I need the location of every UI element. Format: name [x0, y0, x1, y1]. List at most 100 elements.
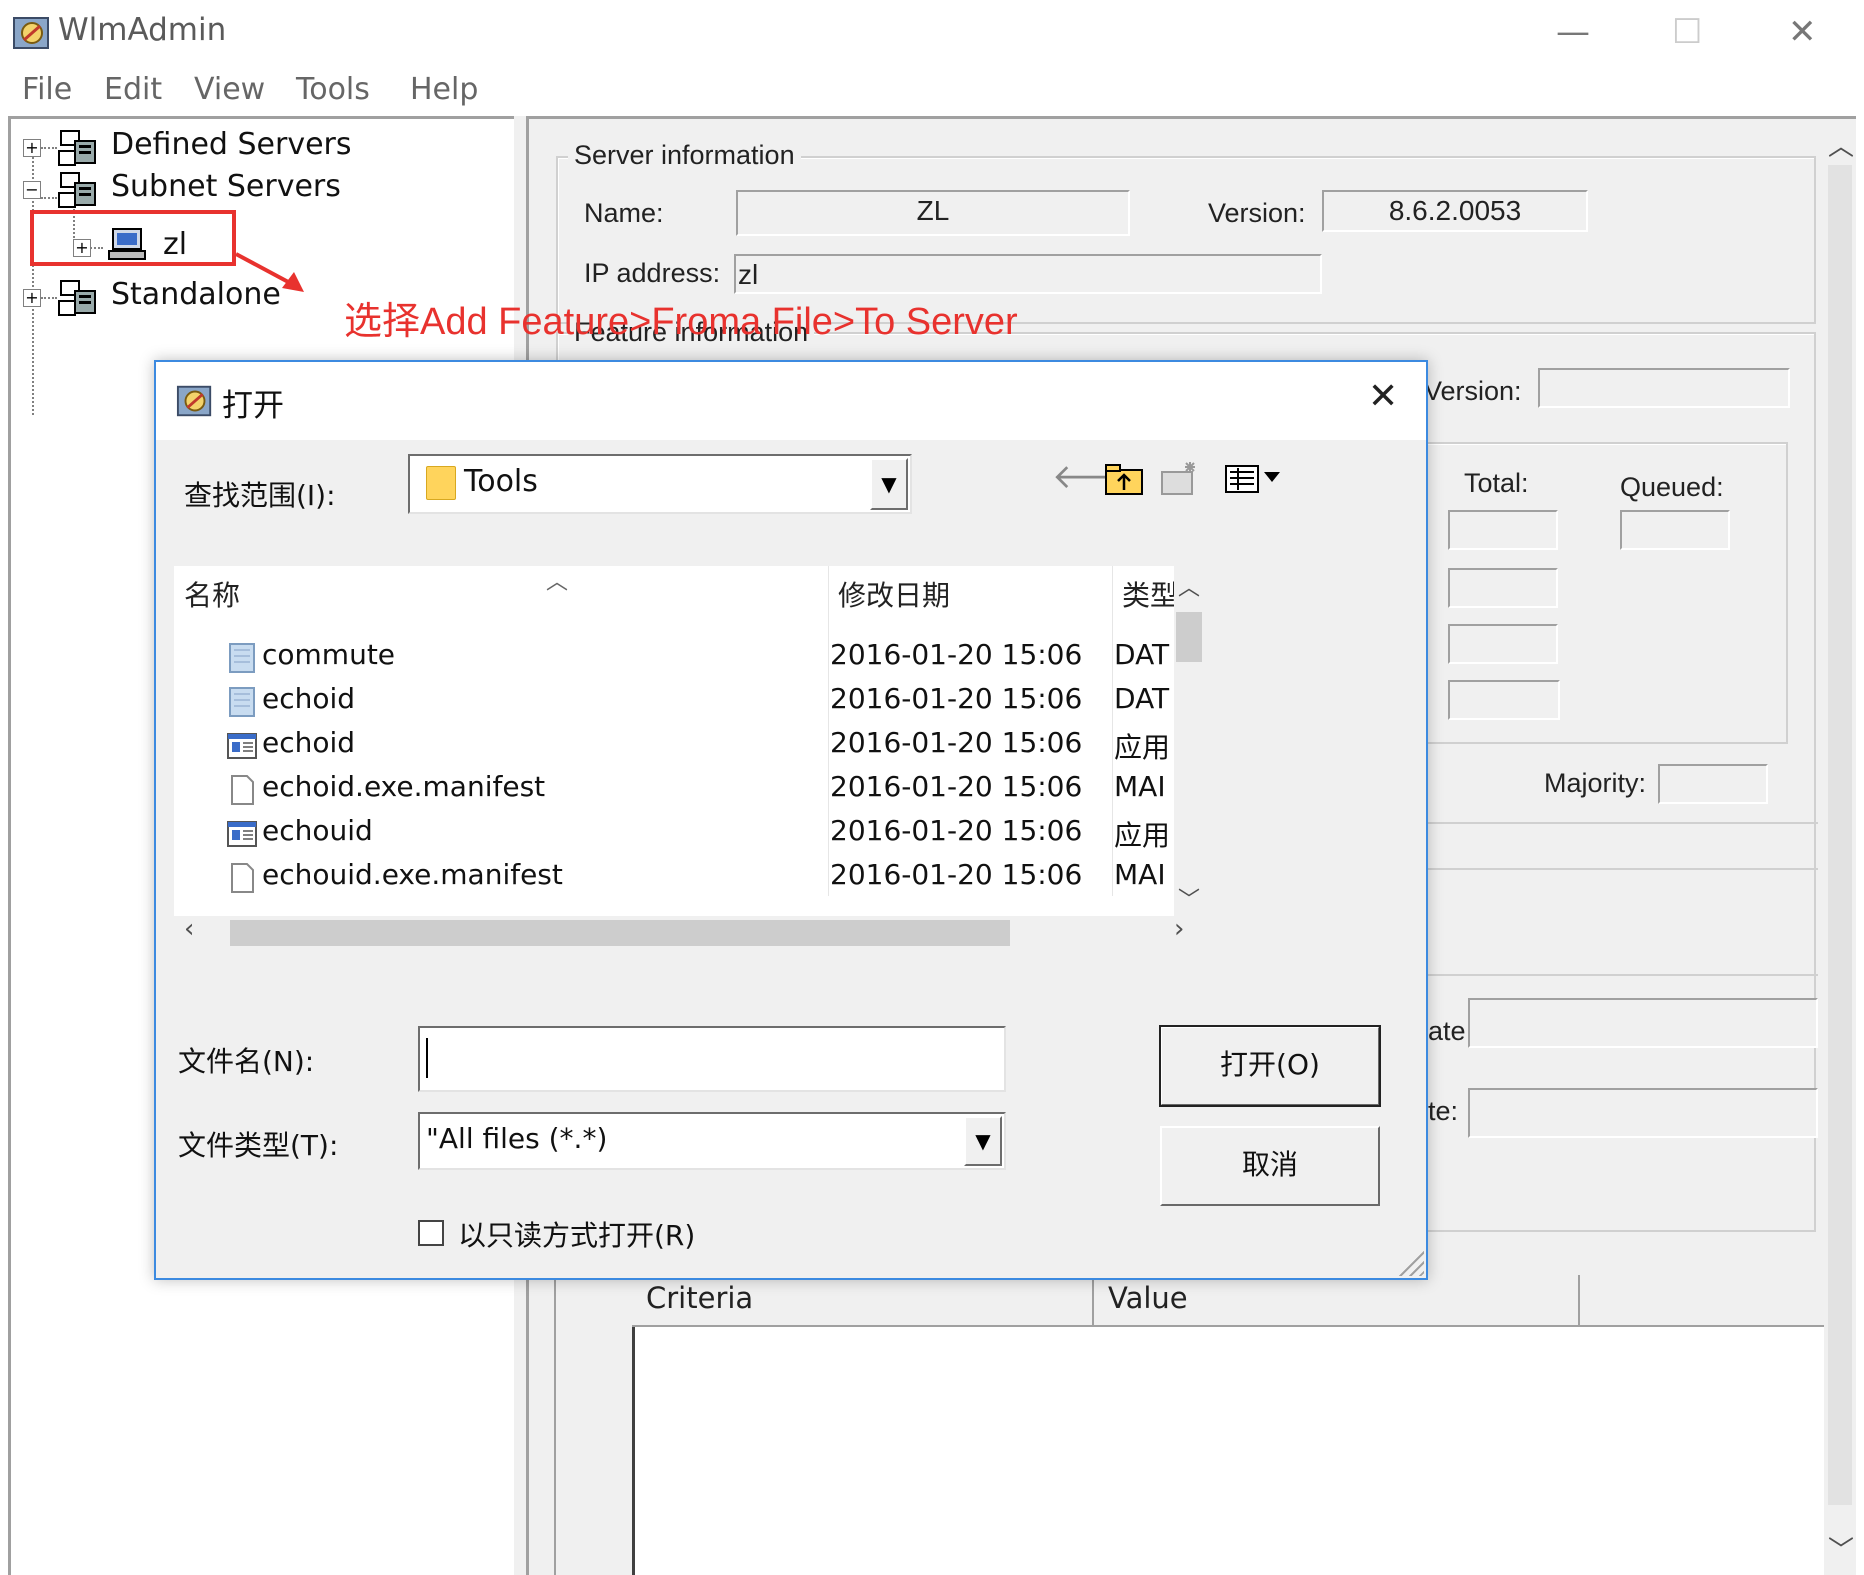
close-button[interactable]: ✕ — [1788, 12, 1817, 52]
file-list-hscroll-thumb[interactable] — [230, 920, 1010, 946]
file-list-scroll-thumb[interactable] — [1176, 612, 1202, 662]
server-group-icon — [58, 130, 96, 166]
ip-address-label: IP address: — [584, 258, 721, 288]
dialog-close-button[interactable]: ✕ — [1368, 376, 1398, 417]
file-row[interactable]: echouid.exe.manifest 2016-01-20 15:06 MA… — [174, 856, 1174, 900]
filetype-combo[interactable]: "All files (*.*) ▼ — [418, 1112, 1006, 1170]
file-name: echoid — [262, 726, 356, 759]
file-list: ︿ 名称 修改日期 类型 commute 2016-01-20 15:06 DA… — [174, 566, 1174, 916]
column-header-type[interactable]: 类型 — [1112, 566, 1174, 622]
annotation-text: 选择Add Feature>Froma File>To Server — [344, 301, 1018, 343]
tree-label-defined-servers: Defined Servers — [111, 127, 352, 162]
file-row[interactable]: echoid.exe.manifest 2016-01-20 15:06 MAI — [174, 768, 1174, 812]
feature-version-field — [1538, 368, 1790, 408]
server-group-icon — [58, 172, 96, 208]
date-label-partial: ate — [1428, 1016, 1466, 1046]
file-date: 2016-01-20 15:06 — [830, 726, 1083, 759]
file-type: 应用 — [1114, 819, 1171, 852]
scroll-up-icon[interactable]: ︿ — [1178, 570, 1200, 602]
file-list-horizontal-scrollbar[interactable]: ‹ › — [174, 914, 1206, 950]
majority-field — [1658, 764, 1768, 804]
column-header-date[interactable]: 修改日期 — [828, 566, 1112, 622]
criteria-table-header: Criteria Value — [632, 1275, 1824, 1327]
scroll-right-icon[interactable]: › — [1174, 914, 1184, 944]
scroll-left-icon[interactable]: ‹ — [184, 914, 194, 944]
blank-file-icon — [231, 775, 254, 805]
file-row[interactable]: echoid 2016-01-20 15:06 DAT — [174, 680, 1174, 724]
start-date-field — [1468, 998, 1818, 1048]
file-row[interactable]: echouid 2016-01-20 15:06 应用 — [174, 812, 1174, 856]
file-type: MAI — [1114, 770, 1166, 803]
file-name: echouid.exe.manifest — [262, 858, 563, 891]
view-menu-icon[interactable] — [1224, 462, 1284, 496]
minimize-button[interactable]: — — [1556, 12, 1590, 52]
readonly-checkbox[interactable] — [418, 1220, 444, 1246]
scroll-down-icon[interactable]: ﹀ — [1828, 1530, 1854, 1567]
value-column-header[interactable]: Value — [1094, 1275, 1580, 1325]
menu-help[interactable]: Help — [410, 72, 478, 107]
open-button[interactable]: 打开(O) — [1159, 1025, 1381, 1107]
dialog-titlebar: 打开 ✕ — [156, 362, 1426, 440]
criteria-column-header[interactable]: Criteria — [632, 1275, 1094, 1325]
file-name: echoid — [262, 682, 356, 715]
file-date: 2016-01-20 15:06 — [830, 814, 1083, 847]
tree-label-subnet-servers: Subnet Servers — [111, 169, 341, 204]
file-type: DAT — [1114, 682, 1170, 715]
expand-toggle[interactable]: + — [23, 139, 41, 157]
column-header-name[interactable]: 名称 — [174, 566, 828, 622]
maximize-button[interactable]: ☐ — [1672, 12, 1702, 52]
new-folder-icon[interactable] — [1160, 458, 1200, 498]
version-label: Version: — [1208, 198, 1306, 228]
menu-tools[interactable]: Tools — [296, 72, 370, 107]
file-date: 2016-01-20 15:06 — [830, 858, 1083, 891]
filename-label: 文件名(N): — [178, 1045, 315, 1078]
file-type: DAT — [1114, 638, 1170, 671]
collapse-toggle[interactable]: − — [23, 181, 41, 199]
extra-column-header[interactable] — [1580, 1275, 1824, 1325]
ip-address-field: zl — [734, 254, 1322, 294]
file-type: 应用 — [1114, 731, 1171, 764]
file-date: 2016-01-20 15:06 — [830, 770, 1083, 803]
data-file-icon — [229, 687, 255, 717]
scroll-up-icon[interactable]: ︿ — [1828, 126, 1854, 163]
feature-version-label: Version: — [1424, 376, 1522, 406]
application-icon — [227, 733, 257, 759]
menu-edit[interactable]: Edit — [104, 72, 162, 107]
expand-toggle[interactable]: + — [23, 289, 41, 307]
end-date-field — [1468, 1088, 1818, 1138]
open-file-dialog: 打开 ✕ 查找范围(I): Tools ▼ 🡐 ︿ 名称 修改日期 类型 com… — [154, 360, 1428, 1280]
window-title: WlmAdmin — [58, 12, 227, 48]
server-info-title: Server information — [568, 140, 801, 171]
queued-field — [1620, 510, 1730, 550]
file-row[interactable]: echoid 2016-01-20 15:06 应用 — [174, 724, 1174, 768]
look-in-combo[interactable]: Tools ▼ — [408, 454, 912, 514]
filetype-value: "All files (*.*) — [426, 1122, 608, 1155]
file-row[interactable]: commute 2016-01-20 15:06 DAT — [174, 636, 1174, 680]
details-scroll-track[interactable] — [1828, 165, 1852, 1505]
blank-file-icon — [231, 863, 254, 893]
total-label: Total: — [1464, 468, 1529, 498]
up-folder-icon[interactable] — [1104, 462, 1144, 496]
readonly-label: 以只读方式打开(R) — [458, 1219, 696, 1252]
resize-grip-icon[interactable] — [1398, 1250, 1424, 1276]
annotation-arrow-icon — [235, 252, 304, 292]
count-field-2 — [1448, 568, 1558, 608]
tree-item-subnet-servers[interactable]: − Subnet Servers — [11, 169, 411, 209]
dialog-title: 打开 — [222, 388, 284, 424]
file-type: MAI — [1114, 858, 1166, 891]
filename-input[interactable] — [418, 1026, 1006, 1092]
chevron-down-icon[interactable]: ▼ — [964, 1116, 1002, 1166]
scroll-down-icon[interactable]: ﹀ — [1178, 882, 1200, 914]
highlight-box — [30, 210, 236, 266]
look-in-value: Tools — [464, 464, 538, 499]
menu-view[interactable]: View — [194, 72, 265, 107]
cancel-button[interactable]: 取消 — [1160, 1126, 1380, 1206]
tree-item-defined-servers[interactable]: + Defined Servers — [11, 127, 411, 167]
criteria-panel-edge — [554, 1275, 632, 1575]
menu-bar: File Edit View Tools Help — [0, 66, 1864, 116]
count-field-4 — [1448, 680, 1560, 720]
chevron-down-icon[interactable]: ▼ — [870, 458, 908, 510]
menu-file[interactable]: File — [22, 72, 72, 107]
separator — [1428, 974, 1818, 976]
name-field: ZL — [736, 190, 1130, 236]
